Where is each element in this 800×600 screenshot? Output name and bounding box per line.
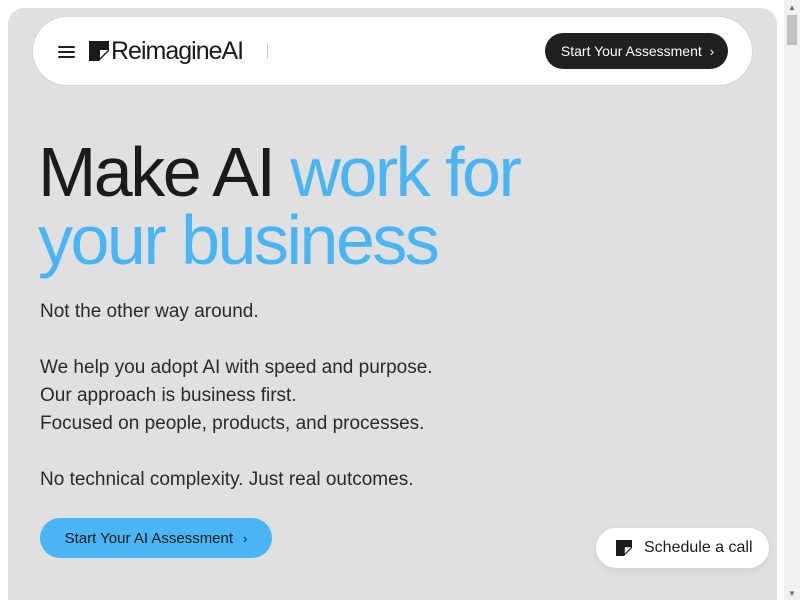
hero-description-line-2: Our approach is business first.	[40, 385, 297, 406]
hero-heading-part1: Make AI	[38, 133, 291, 211]
hero-description-line-1: We help you adopt AI with speed and purp…	[40, 357, 433, 378]
triangle-down-icon[interactable]: ▼	[784, 586, 800, 600]
hero-tagline: Not the other way around.	[40, 301, 259, 322]
brand-name: ReimagineAI	[111, 37, 244, 65]
schedule-call-label: Schedule a call	[644, 539, 753, 556]
browser-viewport: ReimagineAI Start Your Assessment › Make…	[0, 0, 800, 600]
chevron-right-icon: ›	[243, 530, 248, 546]
hamburger-icon[interactable]	[58, 44, 75, 58]
vertical-scrollbar[interactable]: ▲ ▼	[784, 0, 800, 600]
hero-heading: Make AI work for your business	[38, 137, 598, 275]
start-assessment-button[interactable]: Start Your Assessment ›	[545, 33, 728, 69]
top-navbar: ReimagineAI Start Your Assessment ›	[33, 17, 752, 85]
chevron-right-icon: ›	[709, 43, 715, 59]
hero-description-line-3: Focused on people, products, and process…	[40, 413, 425, 434]
start-assessment-label: Start Your Assessment	[560, 43, 702, 59]
triangle-up-icon[interactable]: ▲	[784, 0, 800, 14]
brand-logo[interactable]: ReimagineAI	[89, 37, 244, 65]
brand-mark-icon	[616, 540, 632, 556]
brand-mark-icon	[89, 41, 109, 61]
hero-description-line-4: No technical complexity. Just real outco…	[40, 469, 414, 490]
start-ai-assessment-button[interactable]: Start Your AI Assessment ›	[40, 518, 272, 558]
start-ai-assessment-label: Start Your AI Assessment	[64, 529, 234, 547]
schedule-call-button[interactable]: Schedule a call	[596, 528, 769, 568]
nav-divider	[267, 43, 268, 59]
scrollbar-thumb[interactable]	[787, 15, 797, 45]
